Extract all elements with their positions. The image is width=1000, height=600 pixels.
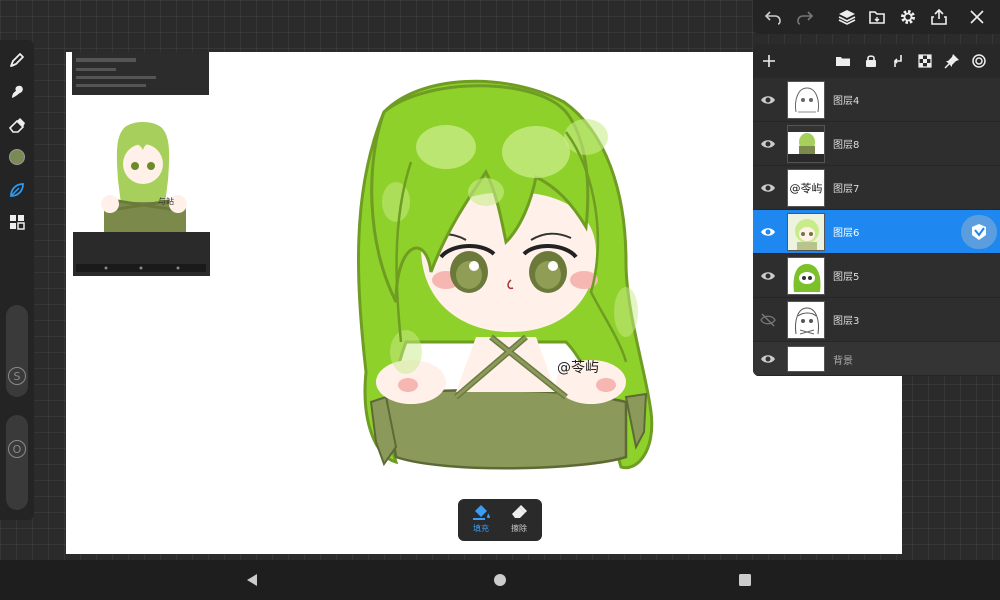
undo-icon[interactable]: [761, 5, 785, 29]
eraser-icon: [512, 505, 527, 518]
lock-icon[interactable]: [860, 50, 882, 72]
layer-thumbnail: [787, 81, 825, 119]
leaf-brush-icon[interactable]: [5, 178, 29, 202]
layer-thumbnail: [787, 213, 825, 251]
layer-panel: 图层4 图层8 @苓屿 图层7 图层6 图层5 图层3 背景: [753, 44, 1000, 376]
layer-row-background[interactable]: 背景: [753, 342, 1000, 376]
layer-panel-header: [753, 44, 1000, 78]
top-toolbar: [753, 0, 1000, 34]
reference-image-character: 与站: [73, 122, 210, 276]
close-icon[interactable]: [965, 5, 989, 29]
eraser-icon[interactable]: [5, 113, 29, 137]
brush-size-slider[interactable]: S: [6, 305, 28, 397]
layer-row-8[interactable]: 图层8: [753, 122, 1000, 166]
layer-thumbnail-text: @苓屿: [787, 169, 825, 207]
opacity-slider-knob[interactable]: O: [8, 440, 26, 458]
size-slider-knob[interactable]: S: [8, 367, 26, 385]
layer-row-7[interactable]: @苓屿 图层7: [753, 166, 1000, 210]
fill-label: 填充: [473, 524, 489, 533]
system-nav-bar: [0, 560, 1000, 600]
eye-hidden-icon[interactable]: [757, 309, 779, 331]
eye-icon[interactable]: [757, 133, 779, 155]
layer-name: 图层7: [833, 184, 860, 195]
eye-icon[interactable]: [757, 265, 779, 287]
share-icon[interactable]: [927, 5, 951, 29]
signature-text: @苓屿: [557, 359, 599, 376]
merge-down-icon[interactable]: [887, 50, 909, 72]
eye-icon[interactable]: [757, 348, 779, 370]
folder-icon[interactable]: [832, 50, 854, 72]
layer-thumbnail: [787, 125, 825, 163]
settings-icon[interactable]: [896, 5, 920, 29]
layer-thumbnail: [787, 346, 825, 372]
erase-fill-button[interactable]: 擦除: [500, 503, 538, 537]
color-swatch[interactable]: [5, 145, 29, 169]
eye-icon[interactable]: [757, 221, 779, 243]
assistant-badge-icon[interactable]: [961, 215, 997, 249]
paint-bucket-icon: [473, 505, 490, 520]
layer-row-3[interactable]: 图层3: [753, 298, 1000, 342]
layer-name: 图层6: [833, 228, 860, 239]
smudge-icon[interactable]: [5, 80, 29, 104]
layout-icon[interactable]: [5, 210, 29, 234]
brush-opacity-slider[interactable]: O: [6, 415, 28, 510]
back-icon[interactable]: [242, 570, 262, 590]
fill-button[interactable]: 填充: [462, 503, 500, 537]
recents-icon[interactable]: [735, 570, 755, 590]
layer-name: 图层4: [833, 96, 860, 107]
layer-name: 图层3: [833, 316, 860, 327]
layer-row-4[interactable]: 图层4: [753, 78, 1000, 122]
layers-icon[interactable]: [835, 5, 859, 29]
layer-name: 图层5: [833, 272, 860, 283]
redo-icon[interactable]: [793, 5, 817, 29]
import-icon[interactable]: [865, 5, 889, 29]
home-icon[interactable]: [490, 570, 510, 590]
checker-icon[interactable]: [914, 50, 936, 72]
layer-thumbnail: [787, 257, 825, 295]
layer-name: 图层8: [833, 140, 860, 151]
brush-icon[interactable]: [5, 48, 29, 72]
layer-thumbnail: [787, 301, 825, 339]
reference-image-top: [72, 52, 209, 95]
layer-row-5[interactable]: 图层5: [753, 254, 1000, 298]
layer-name: 背景: [833, 356, 853, 367]
eye-icon[interactable]: [757, 89, 779, 111]
eye-icon[interactable]: [757, 177, 779, 199]
target-icon[interactable]: [968, 50, 990, 72]
layer-row-6[interactable]: 图层6: [753, 210, 1000, 254]
add-icon[interactable]: [758, 50, 780, 72]
left-toolbar: S O: [0, 40, 34, 520]
reference-sign-text: 与站: [158, 196, 174, 206]
main-character: [356, 79, 654, 470]
fill-popup: 填充 擦除: [458, 499, 542, 541]
erase-label: 擦除: [511, 524, 527, 533]
pin-icon[interactable]: [941, 50, 963, 72]
